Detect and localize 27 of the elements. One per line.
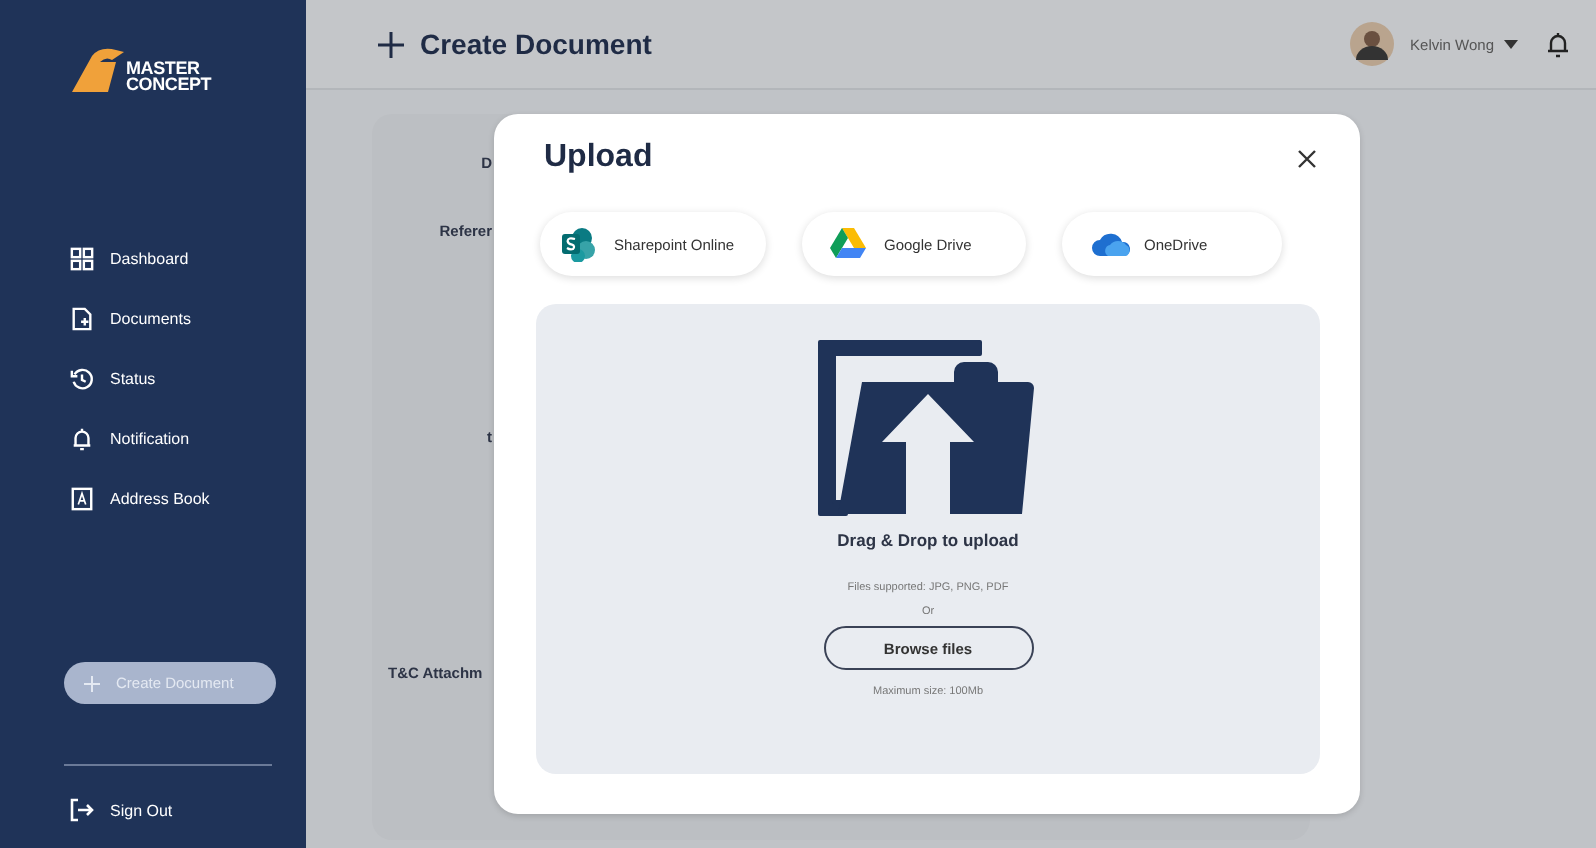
sign-out-link[interactable]: Sign Out	[70, 794, 181, 826]
nav-item[interactable]: Status	[70, 362, 164, 394]
sharepoint-icon	[560, 226, 600, 262]
page-title: Create Document	[378, 28, 652, 60]
logo-text: CONCEPT	[126, 76, 212, 92]
nav-item[interactable]: Address Book	[70, 482, 218, 514]
bell-icon	[1546, 30, 1570, 58]
google-drive-icon	[830, 226, 870, 262]
document-icon	[70, 305, 94, 331]
avatar-icon	[1350, 22, 1395, 66]
grid-icon	[70, 245, 94, 271]
drop-heading: Drag & Drop to upload	[837, 530, 1019, 550]
bell-icon	[70, 425, 94, 451]
logo-icon	[72, 48, 124, 92]
sign-out-icon	[70, 798, 94, 822]
nav-item[interactable]: Notification	[70, 422, 198, 454]
close-button[interactable]	[1294, 145, 1320, 171]
dialog-title: Upload	[544, 140, 653, 176]
logo-text: MASTER	[126, 60, 200, 76]
nav-item[interactable]: Documents	[70, 302, 199, 334]
plus-icon	[378, 31, 404, 57]
plus-icon	[84, 675, 100, 691]
close-icon	[1298, 149, 1316, 167]
caret-icon	[1504, 39, 1518, 49]
contact-card-icon	[70, 485, 94, 511]
nav-item[interactable]: Dashboard	[70, 242, 197, 274]
history-icon	[70, 365, 94, 391]
